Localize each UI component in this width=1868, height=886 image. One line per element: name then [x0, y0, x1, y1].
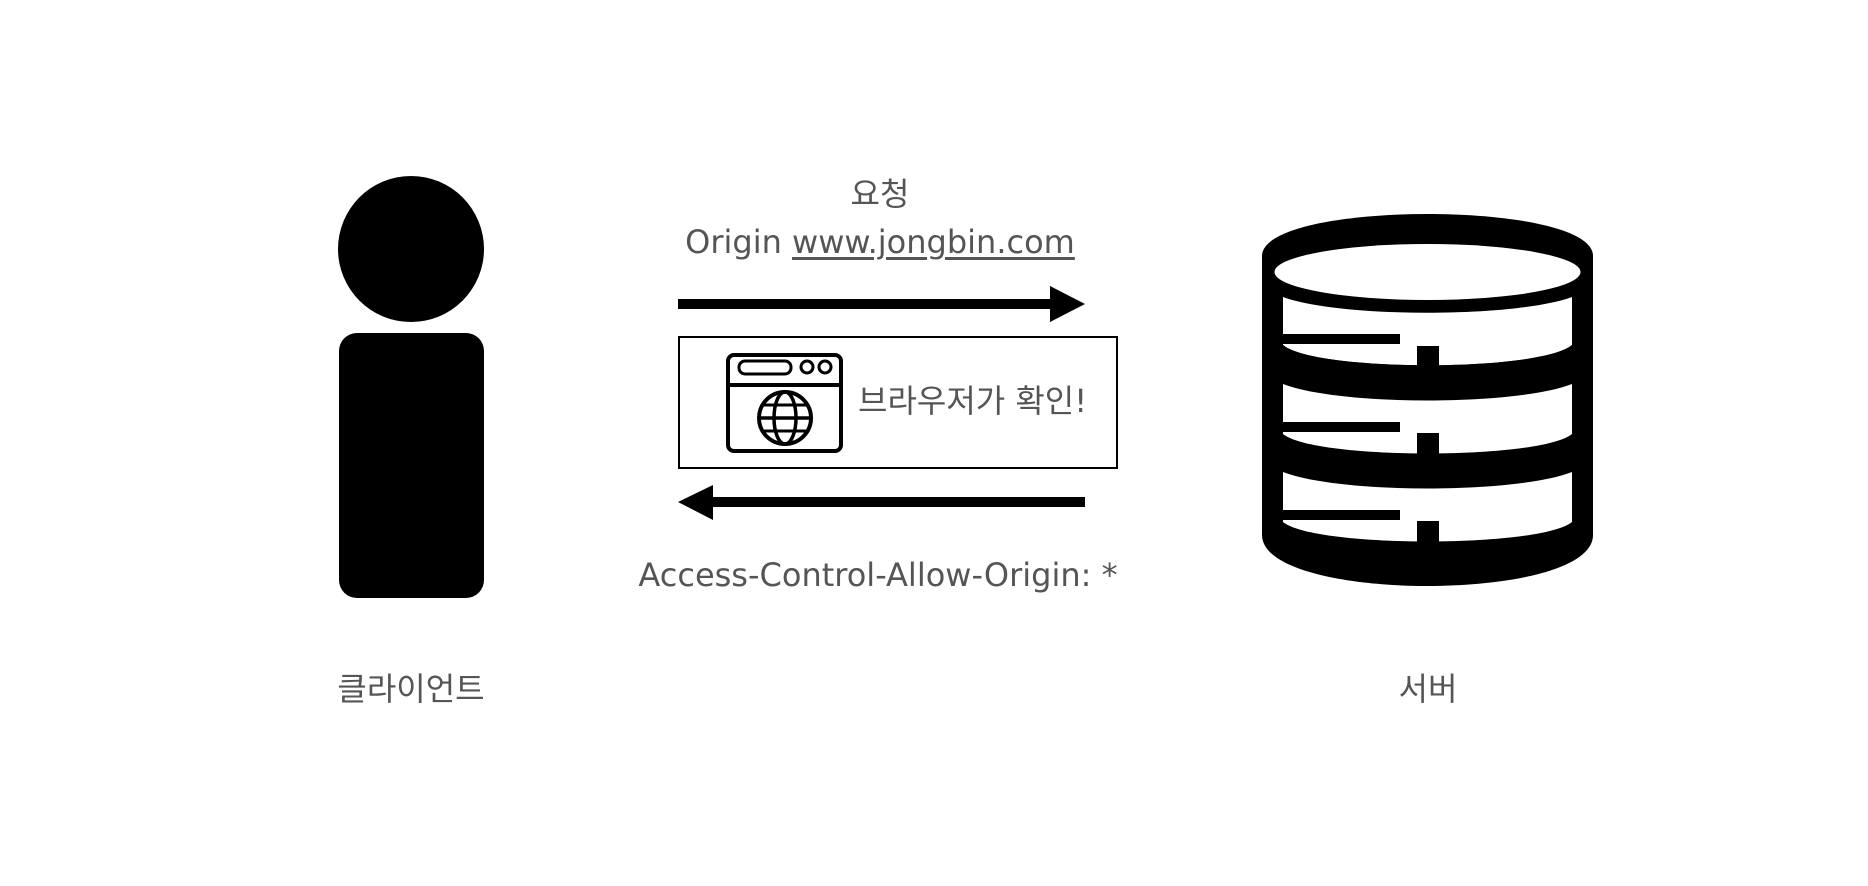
database-server-icon [1262, 214, 1593, 586]
server-label: 서버 [1398, 670, 1458, 708]
